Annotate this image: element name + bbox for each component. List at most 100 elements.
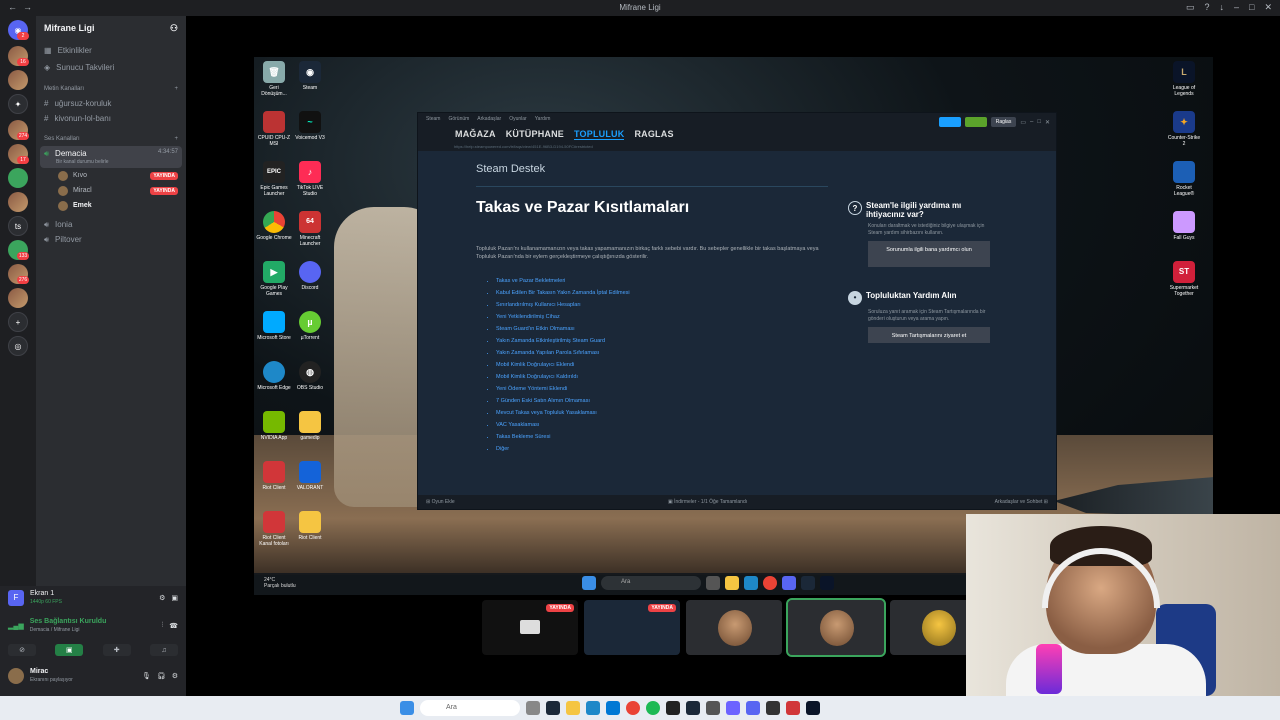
desktop-icon-discord[interactable]: Discord xyxy=(292,261,328,307)
bigpicture-icon[interactable]: ▭ xyxy=(1020,119,1026,126)
server-icon-mifrane[interactable]: ✦ xyxy=(8,94,28,114)
reason-link[interactable]: Takas Bekleme Süresi xyxy=(496,431,630,443)
chrome-icon[interactable] xyxy=(763,576,777,590)
stream-settings-icon[interactable]: ⚙ xyxy=(159,594,165,602)
desktop-icon-lol[interactable]: L League of Legends xyxy=(1166,61,1202,107)
activities-button[interactable]: ✚ xyxy=(102,644,131,656)
channel-status[interactable]: Bir kanal durumu belirle xyxy=(44,159,109,165)
desktop-icon-store[interactable]: Microsoft Store xyxy=(256,311,292,357)
desktop-icon-rocket-league[interactable]: Rocket League® xyxy=(1166,161,1202,207)
add-server-icon[interactable]: + xyxy=(8,312,28,332)
reason-link[interactable]: Yakın Zamanda Yapılan Parola Sıfırlaması xyxy=(496,347,630,359)
steam-menu-item[interactable]: Steam xyxy=(426,116,440,122)
close-icon[interactable]: ✕ xyxy=(1264,2,1272,13)
microphone-icon[interactable]: 🎙︎ xyxy=(142,672,151,680)
camera-button[interactable]: ⊘ xyxy=(8,644,36,656)
spotify-icon[interactable] xyxy=(646,701,660,715)
maximize-icon[interactable]: □ xyxy=(1249,2,1254,13)
add-channel-icon[interactable]: + xyxy=(174,136,178,146)
reason-link[interactable]: Yeni Yetkilendirilmiş Cihaz xyxy=(496,311,630,323)
steam-menu-item[interactable]: Görünüm xyxy=(448,116,469,122)
taskbar-search[interactable]: Ara xyxy=(420,700,520,716)
steam-nav-community[interactable]: TOPLULUK xyxy=(574,129,625,140)
reason-link[interactable]: Steam Guard'ın Etkin Olmaması xyxy=(496,323,630,335)
reason-link[interactable]: VAC Yasaklaması xyxy=(496,419,630,431)
voice-channel[interactable]: 🔊︎ Piltover xyxy=(36,232,186,247)
desktop-icon-fall-guys[interactable]: Fall Guys xyxy=(1166,211,1202,257)
minimize-icon[interactable]: – xyxy=(1234,2,1239,13)
app-icon[interactable] xyxy=(766,701,780,715)
text-channel[interactable]: # kivonun-lol-banı xyxy=(36,111,186,126)
taskbar-search[interactable]: Ara xyxy=(601,576,701,590)
participant-tile-speaking[interactable] xyxy=(786,598,886,657)
desktop-icon-nvidia[interactable]: NVIDIA App xyxy=(256,411,292,457)
stop-stream-icon[interactable]: ▣ xyxy=(171,594,178,602)
text-channel[interactable]: # uğursuz-koruluk xyxy=(36,96,186,111)
server-icon-ts[interactable]: ts xyxy=(8,216,28,236)
reason-link[interactable]: Mobil Kimlik Doğrulayıcı Kaldırıldı xyxy=(496,371,630,383)
sidebar-item-boosts[interactable]: ◈ Sunucu Takvileri xyxy=(36,59,186,76)
lol-icon[interactable] xyxy=(820,576,834,590)
close-icon[interactable]: ✕ xyxy=(1045,119,1050,126)
headphones-icon[interactable]: 🎧︎ xyxy=(157,672,166,680)
downloads-button[interactable]: ▣ İndirmeler - 1/1 Öğe Tamamlandı xyxy=(668,499,747,505)
app-icon[interactable] xyxy=(706,701,720,715)
add-member-icon[interactable]: ⚇ xyxy=(170,23,178,35)
soundboard-button[interactable]: ♫ xyxy=(149,644,178,656)
steam-url[interactable]: https://help.steampowered.com/tr/faqs/vi… xyxy=(454,144,593,149)
reason-link[interactable]: Mevcut Takas veya Topluluk Yasaklaması xyxy=(496,407,630,419)
inbox-icon[interactable]: ▭ xyxy=(1186,2,1195,13)
signal-icon[interactable]: ▂▄▆ xyxy=(8,622,24,630)
desktop-icon-voicemod[interactable]: ~ Voicemod V3 xyxy=(292,111,328,157)
chrome-icon[interactable] xyxy=(626,701,640,715)
discord-icon[interactable] xyxy=(782,576,796,590)
explorer-icon[interactable] xyxy=(725,576,739,590)
disconnect-icon[interactable]: ☎ xyxy=(169,622,178,630)
voice-channel-active[interactable]: 🔊︎ Demacia 4:34:57 Bir kanal durumu beli… xyxy=(40,146,182,168)
start-icon[interactable] xyxy=(400,701,414,715)
server-icon[interactable] xyxy=(8,168,28,188)
weather-widget[interactable]: 24°C Parçalı bulutlu xyxy=(264,577,296,589)
start-icon[interactable] xyxy=(582,576,596,590)
steam-nav-profile[interactable]: RAGLAS xyxy=(634,129,673,140)
steam-icon[interactable] xyxy=(686,701,700,715)
reason-link[interactable]: Yeni Ödeme Yöntemi Eklendi xyxy=(496,383,630,395)
participant-tile[interactable] xyxy=(686,600,782,655)
desktop-icon-recycle-bin[interactable]: 🗑︎ Geri Dönüşüm... xyxy=(256,61,292,107)
maximize-icon[interactable]: □ xyxy=(1037,119,1041,125)
category-voice[interactable]: Ses Kanalları + xyxy=(36,132,186,146)
voice-user[interactable]: Emek xyxy=(36,198,186,213)
app-icon[interactable] xyxy=(546,701,560,715)
server-icon[interactable] xyxy=(8,70,28,90)
desktop-icon-epic[interactable]: EPIC Epic Games Launcher xyxy=(256,161,292,207)
desktop-icon-steam[interactable]: ◉ Steam xyxy=(292,61,328,107)
notifications-button[interactable] xyxy=(964,117,987,127)
desktop-icon-folder-2[interactable]: Riot Client xyxy=(292,511,328,557)
lol-icon[interactable] xyxy=(806,701,820,715)
broadcast-button[interactable] xyxy=(938,117,961,127)
support-heading[interactable]: Steam Destek xyxy=(476,163,545,175)
desktop-icon-edge[interactable]: Microsoft Edge xyxy=(256,361,292,407)
desktop-icon-utorrent[interactable]: µ µTorrent xyxy=(292,311,328,357)
add-channel-icon[interactable]: + xyxy=(174,86,178,96)
help-icon[interactable]: ? xyxy=(1204,2,1209,13)
steam-window[interactable]: Steam Görünüm Arkadaşlar Oyunlar Yardım … xyxy=(417,112,1057,510)
discussions-button[interactable]: Steam Tartışmalarını ziyaret et xyxy=(868,327,990,343)
desktop-icon-play-games[interactable]: ▶ Google Play Games xyxy=(256,261,292,307)
steam-icon[interactable] xyxy=(801,576,815,590)
steam-user-menu[interactable]: Raglas xyxy=(990,117,1017,127)
explorer-icon[interactable] xyxy=(566,701,580,715)
desktop-icon-tiktok[interactable]: ♪ TikTok LIVE Studio xyxy=(292,161,328,207)
store-icon[interactable] xyxy=(606,701,620,715)
app-icon[interactable] xyxy=(726,701,740,715)
server-header[interactable]: Mifrane Ligi ⚇ xyxy=(36,16,186,42)
voice-user[interactable]: Kıvo YAYINDA xyxy=(36,168,186,183)
taskview-icon[interactable] xyxy=(526,701,540,715)
reason-link[interactable]: Kabul Edilen Bir Takasın Yakın Zamanda İ… xyxy=(496,287,630,299)
desktop-icon-riot[interactable]: Riot Client xyxy=(256,461,292,507)
reason-link[interactable]: Sınırlandırılmış Kullanıcı Hesapları xyxy=(496,299,630,311)
desktop-icon-valorant[interactable]: VALORANT xyxy=(292,461,328,507)
download-icon[interactable]: ↓ xyxy=(1220,2,1225,13)
desktop-icon-supermarket[interactable]: ST Supermarket Together xyxy=(1166,261,1202,307)
add-game-button[interactable]: ⊞ Oyun Ekle xyxy=(426,499,455,505)
